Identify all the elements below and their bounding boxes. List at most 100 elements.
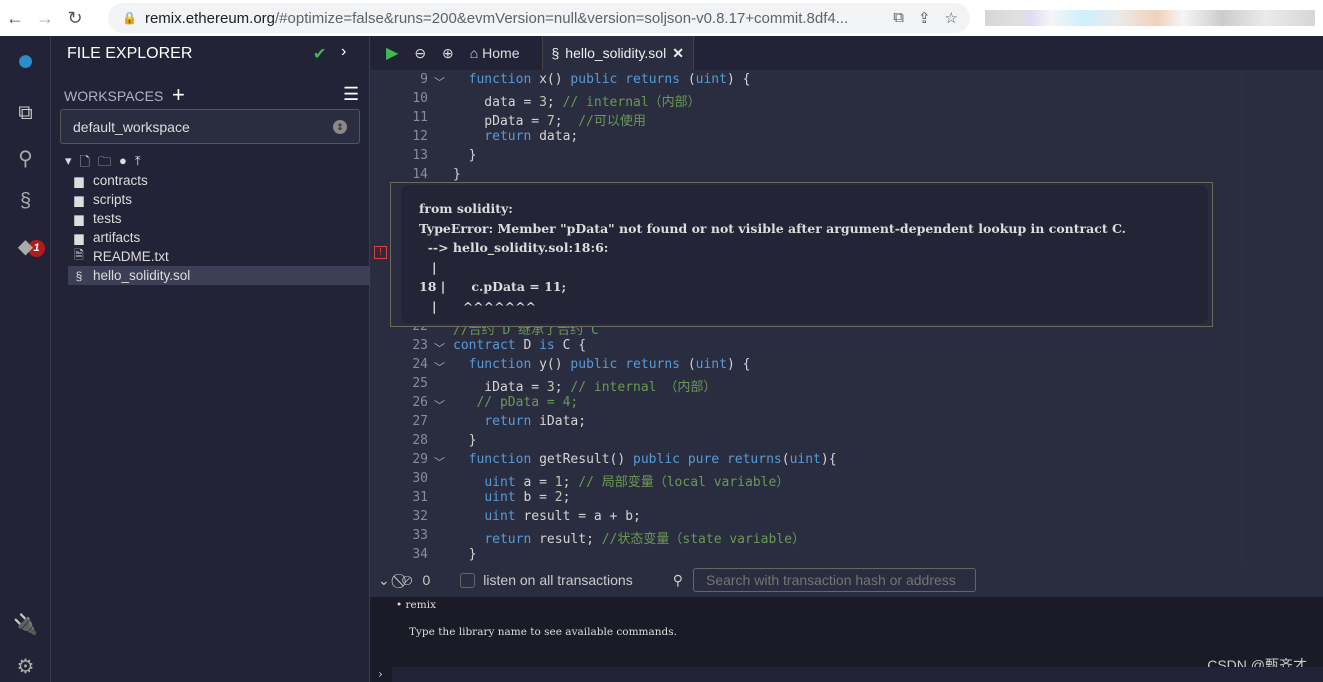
- settings-icon[interactable]: ⚙: [0, 654, 51, 679]
- code-line: return iData;: [484, 414, 587, 429]
- line-number: 33: [412, 528, 428, 543]
- search-icon[interactable]: ⚲: [0, 146, 51, 171]
- prompt-icon: ›: [378, 667, 383, 681]
- code-line: pData = 7; //可以使用: [453, 114, 646, 129]
- file-name: artifacts: [93, 230, 141, 245]
- url-host: remix.ethereum.org: [144, 9, 276, 27]
- line-number: 23: [412, 338, 428, 353]
- fold-chevron-icon[interactable]: ﹀: [434, 340, 445, 356]
- tab-hello-solidity[interactable]: § hello_solidity.sol ✕: [541, 36, 694, 70]
- file-icon: 🗎: [74, 248, 84, 262]
- file-name: tests: [93, 211, 122, 226]
- line-number: 27: [412, 414, 428, 429]
- forward-icon[interactable]: →: [30, 8, 60, 29]
- line-number: 9: [420, 72, 428, 87]
- library-name: remix: [405, 599, 437, 611]
- line-number: 26: [412, 395, 428, 410]
- code-line: function y() public returns (uint) {: [468, 357, 751, 372]
- translate-icon[interactable]: ⧉: [893, 9, 904, 27]
- line-number: 34: [412, 547, 428, 562]
- code-line: data = 3; // internal（内部）: [453, 95, 701, 110]
- tab-label: Home: [482, 45, 520, 61]
- file-tree-item[interactable]: ▆ scripts: [68, 190, 370, 209]
- menu-icon[interactable]: ☰: [343, 84, 359, 105]
- address-bar[interactable]: 🔒 remix.ethereum.org/#optimize=false&run…: [108, 3, 970, 33]
- code-line: // pData = 4;: [476, 395, 579, 410]
- file-name: scripts: [93, 192, 133, 207]
- file-tree-item[interactable]: ▆ contracts: [68, 171, 370, 190]
- file-tree-item[interactable]: 🗎 README.txt: [68, 247, 370, 266]
- tab-home[interactable]: ⌂ Home: [462, 45, 528, 61]
- chevron-right-icon[interactable]: ›: [341, 43, 346, 61]
- folder-icon: ▆: [74, 230, 84, 245]
- code-line: uint result = a + b;: [484, 509, 641, 524]
- code-line: }: [453, 167, 461, 182]
- tab-label: hello_solidity.sol: [565, 45, 667, 61]
- icon-panel: ● ⧉ ⚲ § 1 ◆ 🔌 ⚙: [0, 36, 51, 682]
- star-icon[interactable]: ☆: [945, 9, 958, 27]
- code-line: }: [453, 547, 477, 562]
- run-icon[interactable]: ▶: [370, 43, 406, 63]
- remix-logo-icon[interactable]: ●: [0, 44, 51, 78]
- solidity-file-icon: §: [75, 268, 83, 283]
- listen-checkbox[interactable]: [460, 572, 476, 588]
- file-name: contracts: [93, 173, 148, 188]
- fold-chevron-icon[interactable]: ﹀: [434, 397, 445, 413]
- back-icon[interactable]: ←: [0, 8, 30, 29]
- line-number: 31: [412, 490, 428, 505]
- workspaces-label: WORKSPACES: [64, 88, 164, 104]
- fold-chevron-icon[interactable]: ﹀: [434, 359, 445, 375]
- line-number: 11: [412, 110, 428, 125]
- code-line: function x() public returns (uint) {: [468, 72, 751, 87]
- line-number: 29: [412, 452, 428, 467]
- line-number: 13: [412, 148, 428, 163]
- collapse-terminal-icon[interactable]: ⌄: [378, 572, 390, 589]
- line-number: 25: [412, 376, 428, 391]
- search-icon: ⚲: [672, 571, 683, 588]
- terminal-input[interactable]: [392, 667, 1323, 682]
- line-number: 24: [412, 357, 428, 372]
- code-line: }: [453, 148, 477, 163]
- error-marker-icon[interactable]: !: [374, 246, 387, 259]
- panel-title: FILE EXPLORER: [67, 45, 193, 62]
- error-tooltip: from solidity: TypeError: Member "pData"…: [390, 182, 1213, 327]
- code-line: uint b = 2;: [484, 490, 571, 505]
- file-name: hello_solidity.sol: [93, 268, 191, 283]
- close-icon[interactable]: ✕: [672, 45, 684, 62]
- help-text: Type the library name to see available c…: [409, 626, 677, 638]
- reload-icon[interactable]: ↻: [60, 8, 90, 29]
- line-number: 10: [412, 91, 428, 106]
- select-arrows-icon: ⇕: [333, 120, 347, 134]
- deploy-icon[interactable]: ◆: [0, 234, 51, 259]
- code-line: return result; //状态变量（state variable）: [484, 532, 805, 547]
- transaction-search-input[interactable]: [692, 568, 976, 592]
- workspace-value: default_workspace: [73, 119, 190, 135]
- code-line: uint a = 1; // 局部变量（local variable）: [484, 475, 790, 490]
- home-icon: ⌂: [469, 45, 479, 61]
- workspace-select[interactable]: default_workspace ⇕: [60, 109, 360, 144]
- zoom-out-icon[interactable]: ⊖: [406, 45, 434, 62]
- file-tree: ▆ contracts ▆ scripts ▆ tests ▆ artifacts 🗎 READM…: [68, 171, 370, 285]
- share-icon[interactable]: ⇪: [918, 9, 931, 27]
- folder-icon: ▆: [74, 192, 84, 207]
- solidity-compiler-icon[interactable]: §: [0, 190, 51, 213]
- file-tree-item[interactable]: ▆ tests: [68, 209, 370, 228]
- line-number: 30: [412, 471, 428, 486]
- plugin-manager-icon[interactable]: 🔌: [0, 612, 51, 637]
- clear-icon[interactable]: ⃠⊘: [402, 572, 413, 589]
- file-explorer-panel: FILE EXPLORER ✔ › WORKSPACES + ☰ default…: [51, 36, 370, 682]
- fold-chevron-icon[interactable]: ﹀: [434, 74, 445, 90]
- code-line: iData = 3; // internal （内部）: [453, 380, 717, 395]
- minimap[interactable]: [1241, 70, 1323, 563]
- lock-icon: 🔒: [122, 11, 137, 25]
- terminal-output: • remix Type the library name to see ava…: [370, 597, 1323, 682]
- fold-chevron-icon[interactable]: ﹀: [434, 454, 445, 470]
- terminal-toolbar: ⌄ ⃠⊘ 0 listen on all transactions ⚲: [370, 563, 1323, 597]
- add-workspace-icon[interactable]: +: [172, 82, 185, 108]
- file-tree-item[interactable]: ▆ artifacts: [68, 228, 370, 247]
- listen-label: listen on all transactions: [483, 572, 633, 588]
- editor-tabbar: ▶ ⊖ ⊕ ⌂ Home § hello_solidity.sol ✕: [370, 36, 1323, 70]
- zoom-in-icon[interactable]: ⊕: [434, 45, 462, 62]
- file-explorer-icon[interactable]: ⧉: [0, 102, 51, 125]
- file-tree-item[interactable]: § hello_solidity.sol: [68, 266, 370, 285]
